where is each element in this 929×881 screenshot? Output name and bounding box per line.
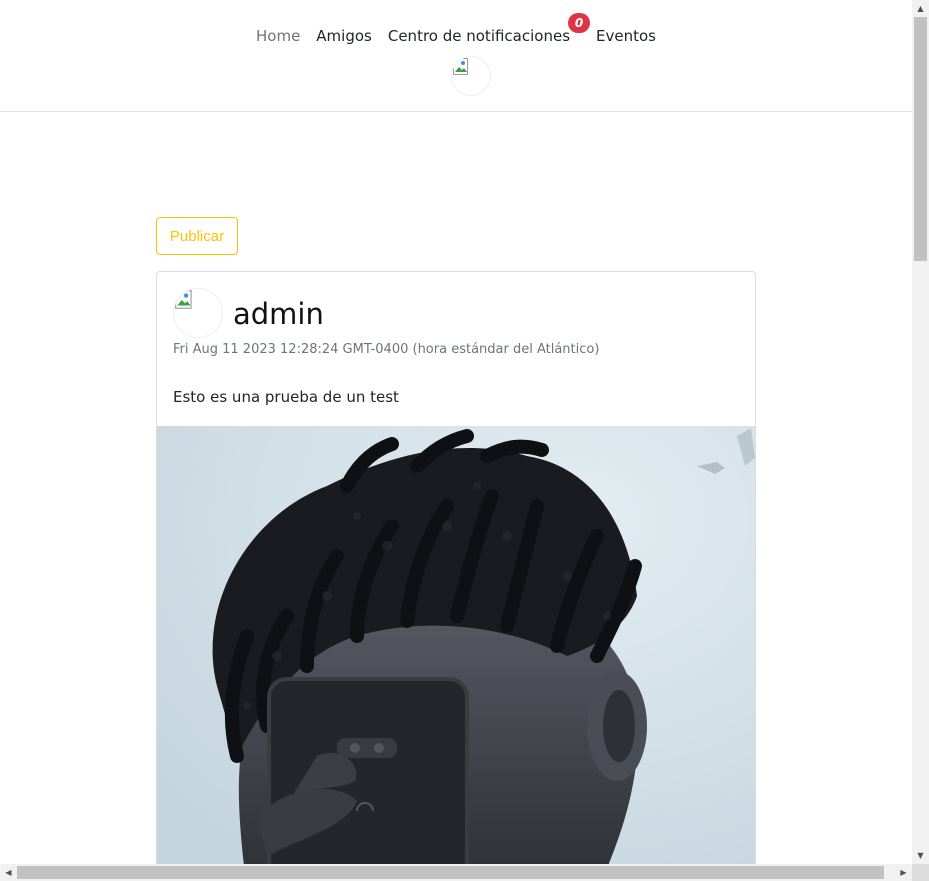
post-timestamp: Fri Aug 11 2023 12:28:24 GMT-0400 (hora …	[173, 342, 600, 357]
nav-link-amigos[interactable]: Amigos	[308, 25, 380, 47]
post-photo[interactable]	[157, 426, 755, 864]
vertical-scrollbar-thumb[interactable]	[914, 17, 927, 261]
nav-link-notifications[interactable]: Centro de notificaciones 0	[380, 13, 591, 47]
horizontal-scrollbar-thumb[interactable]	[17, 866, 884, 879]
nav-link-notifications-label: Centro de notificaciones	[387, 27, 571, 45]
triangle-up-icon[interactable]: ▲	[912, 0, 929, 17]
vertical-scrollbar[interactable]: ▲ ▼	[912, 0, 929, 864]
post-body-text: Esto es una prueba de un test	[173, 388, 399, 406]
notification-count-badge: 0	[568, 13, 591, 33]
triangle-right-icon[interactable]: ▶	[895, 864, 912, 881]
scrollbar-corner	[912, 864, 929, 881]
nav-link-home[interactable]: Home	[248, 25, 308, 47]
post-photo-illustration	[157, 426, 755, 864]
post-author-name[interactable]: admin	[233, 294, 324, 334]
post-card: admin Fri Aug 11 2023 12:28:24 GMT-0400 …	[156, 271, 756, 864]
nav-link-eventos[interactable]: Eventos	[588, 25, 664, 47]
page-viewport: Home Amigos Centro de notificaciones 0 E…	[0, 0, 912, 864]
broken-image-icon	[452, 57, 490, 95]
nav-links: Home Amigos Centro de notificaciones 0 E…	[0, 13, 912, 47]
triangle-left-icon[interactable]: ◀	[0, 864, 17, 881]
broken-image-icon	[174, 289, 222, 337]
top-navbar: Home Amigos Centro de notificaciones 0 E…	[0, 0, 912, 112]
post-author-avatar[interactable]	[173, 288, 223, 338]
triangle-down-icon[interactable]: ▼	[912, 847, 929, 864]
publish-button[interactable]: Publicar	[156, 217, 238, 255]
horizontal-scrollbar[interactable]: ◀ ▶	[0, 864, 912, 881]
user-avatar[interactable]	[451, 56, 491, 96]
